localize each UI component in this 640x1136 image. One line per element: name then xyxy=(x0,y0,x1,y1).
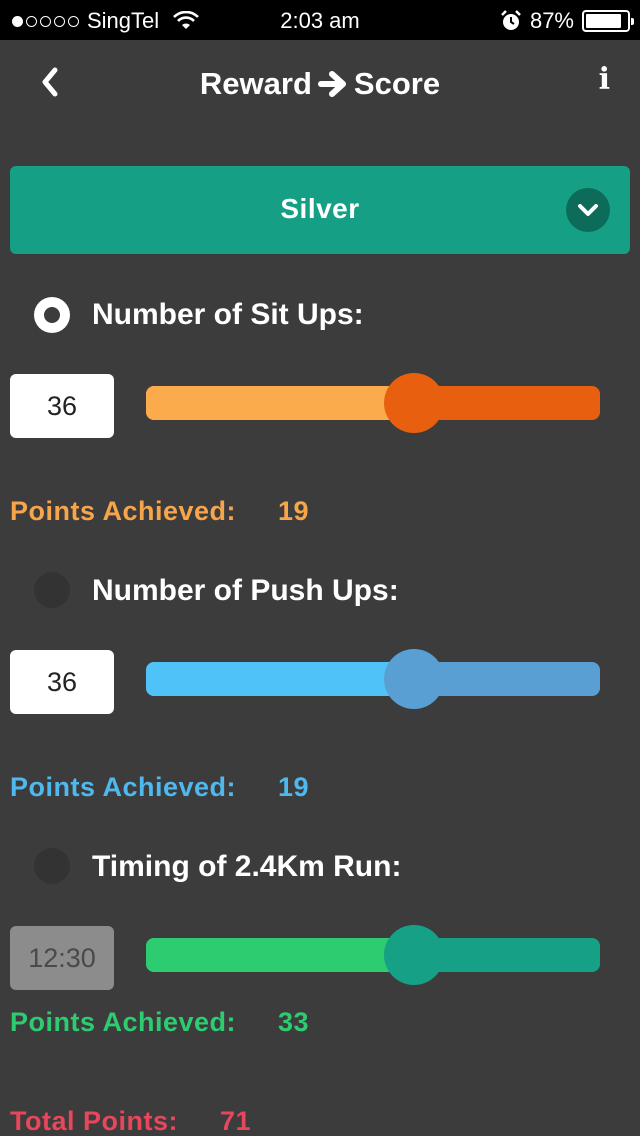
arrow-right-icon xyxy=(317,71,346,97)
points-label: Points Achieved: xyxy=(10,772,237,802)
sit-ups-label: Number of Sit Ups: xyxy=(92,298,364,331)
slider-fill xyxy=(146,662,414,696)
run-radio[interactable] xyxy=(34,848,70,884)
status-right: 87% xyxy=(500,8,634,34)
chevron-down-icon[interactable] xyxy=(566,188,610,232)
slider-thumb[interactable] xyxy=(383,925,444,985)
points-label: Points Achieved: xyxy=(10,1007,237,1037)
push-ups-label: Number of Push Ups: xyxy=(92,574,399,607)
status-bar: SingTel 2:03 am 87% xyxy=(0,0,640,40)
navigation-bar: Reward Score i xyxy=(0,40,640,130)
run-label: Timing of 2.4Km Run: xyxy=(92,850,402,883)
run-points: Points Achieved: 33 xyxy=(10,1007,309,1038)
sit-ups-points: Points Achieved: 19 xyxy=(10,496,309,527)
total-points: Total Points: 71 xyxy=(10,1106,251,1136)
battery-icon xyxy=(582,10,634,32)
points-value: 33 xyxy=(278,1007,310,1037)
level-dropdown-value: Silver xyxy=(280,193,360,224)
slider-fill xyxy=(146,386,414,420)
run-slider[interactable] xyxy=(146,925,600,985)
title-reward: Reward xyxy=(199,66,312,101)
page-title: Reward Score xyxy=(0,66,640,102)
push-ups-radio[interactable] xyxy=(34,572,70,608)
battery-percent: 87% xyxy=(529,8,574,33)
push-ups-points: Points Achieved: 19 xyxy=(10,772,309,803)
slider-thumb[interactable] xyxy=(383,649,444,709)
title-score: Score xyxy=(353,66,441,101)
total-points-label: Total Points: xyxy=(10,1106,178,1136)
points-value: 19 xyxy=(278,772,310,802)
push-ups-slider[interactable] xyxy=(146,649,600,709)
level-dropdown[interactable]: Silver xyxy=(10,166,630,254)
run-time-field[interactable]: 12:30 xyxy=(10,926,114,990)
push-ups-value-field[interactable]: 36 xyxy=(10,650,114,714)
sit-ups-slider[interactable] xyxy=(146,373,600,433)
total-points-value: 71 xyxy=(220,1106,252,1136)
alarm-clock-icon xyxy=(501,10,521,30)
info-icon[interactable]: i xyxy=(599,62,610,97)
points-label: Points Achieved: xyxy=(10,496,237,526)
slider-fill xyxy=(146,938,414,972)
sit-ups-value-field[interactable]: 36 xyxy=(10,374,114,438)
slider-thumb[interactable] xyxy=(383,373,444,433)
sit-ups-radio[interactable] xyxy=(34,297,70,333)
points-value: 19 xyxy=(278,496,310,526)
